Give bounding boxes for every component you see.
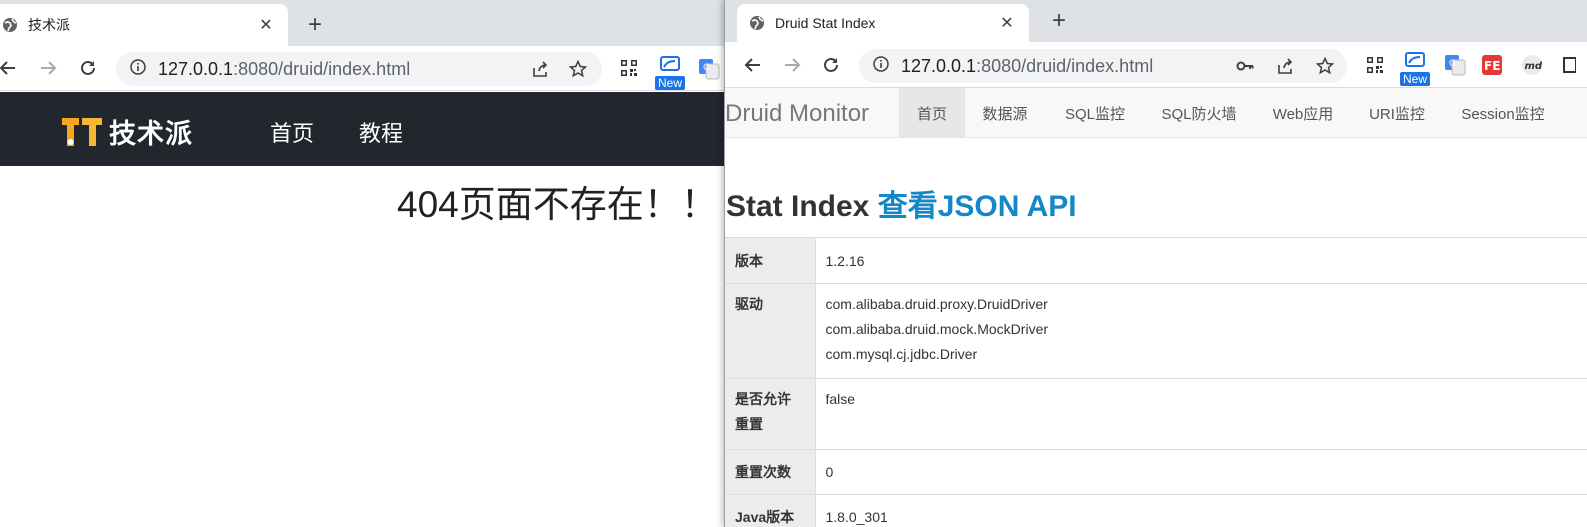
browser-toolbar: 127.0.0.1:8080/druid/index.html New G xyxy=(0,46,728,91)
row-value: com.alibaba.druid.proxy.DruidDriver com.… xyxy=(815,283,1587,379)
druid-nav-uri-monitor[interactable]: URI监控 xyxy=(1361,88,1433,138)
browser-window-left: 技术派 ✕ + 127.0.0.1:8080/druid/index.html xyxy=(0,0,728,527)
tab-title: Druid Stat Index xyxy=(775,15,876,31)
druid-nav-session-monitor[interactable]: Session监控 xyxy=(1453,88,1553,138)
new-tab-plus-icon[interactable]: + xyxy=(1045,7,1073,35)
tab-jishupai[interactable]: 技术派 ✕ xyxy=(0,4,288,46)
table-row: 重置次数 0 xyxy=(725,449,1587,495)
druid-nav-datasource[interactable]: 数据源 xyxy=(973,88,1037,138)
url-text: 127.0.0.1:8080/druid/index.html xyxy=(158,58,411,79)
table-row: 是否允许重置 false xyxy=(725,378,1587,450)
back-arrow-icon[interactable] xyxy=(739,51,767,79)
extension-icon[interactable] xyxy=(1561,54,1577,76)
qrcode-extension-icon[interactable] xyxy=(619,58,639,78)
address-bar[interactable]: 127.0.0.1:8080/druid/index.html xyxy=(116,52,602,86)
reload-icon[interactable] xyxy=(74,54,102,82)
markdown-extension-icon[interactable]: md xyxy=(1521,54,1543,76)
row-value: 0 xyxy=(815,449,1587,495)
tab-strip: Druid Stat Index ✕ + xyxy=(725,0,1587,42)
url-text: 127.0.0.1:8080/druid/index.html xyxy=(901,55,1154,76)
google-translate-icon[interactable]: G xyxy=(697,58,721,80)
row-key: 是否允许重置 xyxy=(725,378,816,450)
value-line: 0 xyxy=(825,464,834,480)
google-translate-icon[interactable]: G xyxy=(1443,54,1467,76)
share-icon[interactable] xyxy=(1275,56,1295,76)
site-header: 技术派 首页 教程 xyxy=(0,92,728,166)
brand[interactable]: Druid Monitor xyxy=(725,100,869,128)
svg-text:G: G xyxy=(703,63,710,73)
logo-icon xyxy=(62,117,102,146)
value-line: com.mysql.cj.jdbc.Driver xyxy=(825,346,978,362)
new-badge: New xyxy=(1399,72,1431,86)
svg-text:md: md xyxy=(1525,61,1543,72)
address-bar[interactable]: 127.0.0.1:8080/druid/index.html xyxy=(859,49,1347,83)
row-key: 重置次数 xyxy=(725,449,816,495)
reload-icon[interactable] xyxy=(817,51,845,79)
value-line: 1.8.0_301 xyxy=(825,509,888,525)
druid-nav-web-app[interactable]: Web应用 xyxy=(1265,88,1341,138)
key-icon[interactable] xyxy=(1235,56,1255,76)
cast-new-extension-icon[interactable]: New xyxy=(1398,48,1432,86)
qrcode-extension-icon[interactable] xyxy=(1365,55,1385,75)
page-title-text: Stat Index xyxy=(726,190,870,223)
druid-navbar: Druid Monitor 首页 数据源 SQL监控 SQL防火墙 Web应用 … xyxy=(725,88,1587,138)
new-tab-plus-icon[interactable]: + xyxy=(301,11,329,39)
globe-icon xyxy=(749,15,765,31)
row-value: 1.8.0_301 xyxy=(815,494,1587,527)
row-key: Java版本 xyxy=(725,494,816,527)
value-line: false xyxy=(825,391,856,407)
tab-druid-stat-index[interactable]: Druid Stat Index ✕ xyxy=(737,4,1029,42)
globe-icon xyxy=(2,17,18,33)
info-icon[interactable] xyxy=(873,55,889,77)
row-value: false xyxy=(815,378,1587,450)
table-row: 版本 1.2.16 xyxy=(725,237,1587,284)
close-icon[interactable]: ✕ xyxy=(256,15,276,35)
svg-text:G: G xyxy=(1449,59,1456,69)
table-row: 驱动 com.alibaba.druid.proxy.DruidDriver c… xyxy=(725,283,1587,379)
not-found-message: 404页面不存在！！ xyxy=(397,184,718,225)
logo[interactable]: 技术派 xyxy=(61,112,193,151)
share-icon[interactable] xyxy=(530,59,550,79)
close-icon[interactable]: ✕ xyxy=(997,13,1017,33)
svg-text:FE: FE xyxy=(1484,59,1500,73)
druid-nav-home[interactable]: 首页 xyxy=(899,88,965,138)
tab-strip: 技术派 ✕ + xyxy=(0,0,728,46)
druid-nav-sql-monitor[interactable]: SQL监控 xyxy=(1053,88,1137,138)
value-line: 1.2.16 xyxy=(825,253,865,269)
row-key: 驱动 xyxy=(725,283,816,379)
forward-arrow-icon[interactable] xyxy=(778,51,806,79)
druid-nav-sql-firewall[interactable]: SQL防火墙 xyxy=(1153,88,1245,138)
info-icon[interactable] xyxy=(130,58,146,80)
json-api-link[interactable]: 查看JSON API xyxy=(878,190,1077,223)
stat-table: 版本 1.2.16 驱动 com.alibaba.druid.proxy.Dru… xyxy=(725,237,1587,527)
browser-toolbar: 127.0.0.1:8080/druid/index.html New G FE… xyxy=(725,42,1587,88)
back-arrow-icon[interactable] xyxy=(0,54,22,82)
table-row: Java版本 1.8.0_301 xyxy=(725,494,1587,527)
value-line: com.alibaba.druid.proxy.DruidDriver xyxy=(825,296,1048,312)
tab-title: 技术派 xyxy=(28,17,70,33)
fe-helper-extension-icon[interactable]: FE xyxy=(1481,54,1503,76)
page-title: Stat Index 查看JSON API xyxy=(726,181,1077,225)
cast-new-extension-icon[interactable]: New xyxy=(653,52,687,90)
nav-home[interactable]: 首页 xyxy=(270,116,314,148)
row-key: 版本 xyxy=(725,237,816,284)
logo-text: 技术派 xyxy=(109,119,193,149)
star-icon[interactable] xyxy=(1315,56,1335,76)
forward-arrow-icon[interactable] xyxy=(34,54,62,82)
browser-window-right: Druid Stat Index ✕ + 127.0.0.1:8080/drui… xyxy=(724,0,1587,527)
nav-tutorial[interactable]: 教程 xyxy=(359,116,403,148)
new-badge: New xyxy=(654,76,686,90)
row-value: 1.2.16 xyxy=(815,237,1587,284)
star-icon[interactable] xyxy=(568,59,588,79)
value-line: com.alibaba.druid.mock.MockDriver xyxy=(825,321,1049,337)
